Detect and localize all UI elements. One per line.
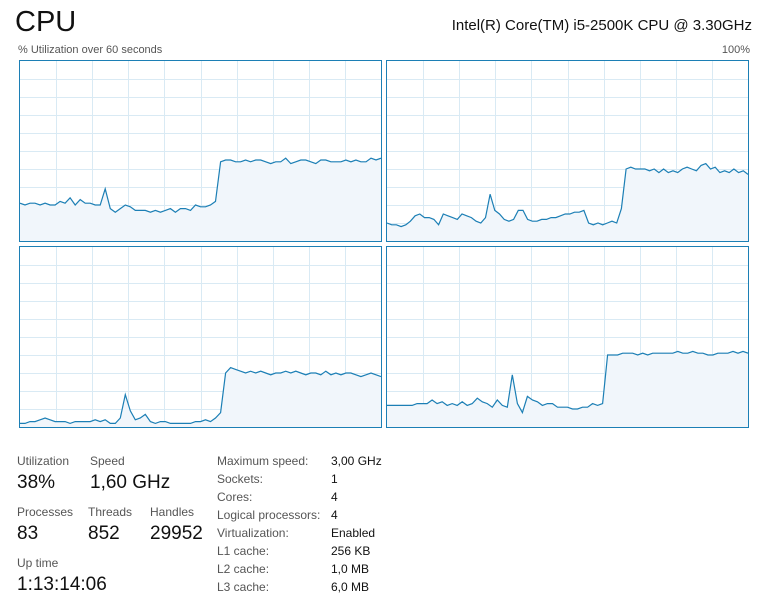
spec-label-logical-processors: Logical processors: — [217, 508, 321, 522]
utilization-area — [387, 351, 748, 427]
spec-label-l3-cache: L3 cache: — [217, 580, 270, 594]
spec-value-max-speed: 3,00 GHz — [331, 454, 382, 468]
spec-label-sockets: Sockets: — [217, 472, 264, 486]
spec-value-sockets: 1 — [331, 472, 338, 486]
page-title: CPU — [15, 6, 77, 38]
utilization-area — [20, 367, 381, 427]
utilization-label: Utilization — [17, 454, 70, 468]
threads-value: 852 — [88, 523, 120, 544]
spec-label-cores: Cores: — [217, 490, 253, 504]
spec-label-l1-cache: L1 cache: — [217, 544, 270, 558]
handles-value: 29952 — [150, 523, 203, 544]
speed-label: Speed — [90, 454, 125, 468]
spec-value-l3-cache: 6,0 MB — [331, 580, 370, 594]
speed-value: 1,60 GHz — [90, 472, 171, 493]
spec-label-virtualization: Virtualization: — [217, 526, 289, 540]
processor-name: Intel(R) Core(TM) i5-2500K CPU @ 3.30GHz — [451, 17, 752, 34]
processes-value: 83 — [17, 523, 39, 544]
utilization-area — [20, 158, 381, 241]
uptime-value: 1:13:14:06 — [17, 574, 107, 595]
handles-label: Handles — [150, 505, 195, 519]
spec-label-l2-cache: L2 cache: — [217, 562, 270, 576]
core-graph-svg — [20, 247, 381, 427]
utilization-value: 38% — [17, 472, 56, 493]
core-graph-1[interactable] — [386, 60, 749, 242]
spec-value-l1-cache: 256 KB — [331, 544, 371, 558]
spec-value-virtualization: Enabled — [331, 526, 376, 540]
processes-label: Processes — [17, 505, 74, 519]
spec-value-cores: 4 — [331, 490, 338, 504]
uptime-label: Up time — [17, 556, 59, 570]
core-graph-0[interactable] — [19, 60, 382, 242]
spec-value-l2-cache: 1,0 MB — [331, 562, 370, 576]
core-graph-svg — [20, 61, 381, 241]
max-percent-caption: 100% — [721, 44, 750, 56]
utilization-area — [387, 163, 748, 241]
spec-label-max-speed: Maximum speed: — [217, 454, 309, 468]
core-graph-svg — [387, 247, 748, 427]
spec-value-logical-processors: 4 — [331, 508, 338, 522]
core-graph-2[interactable] — [19, 246, 382, 428]
utilization-caption: % Utilization over 60 seconds — [18, 44, 163, 56]
core-graph-3[interactable] — [386, 246, 749, 428]
threads-label: Threads — [88, 505, 133, 519]
core-graph-svg — [387, 61, 748, 241]
